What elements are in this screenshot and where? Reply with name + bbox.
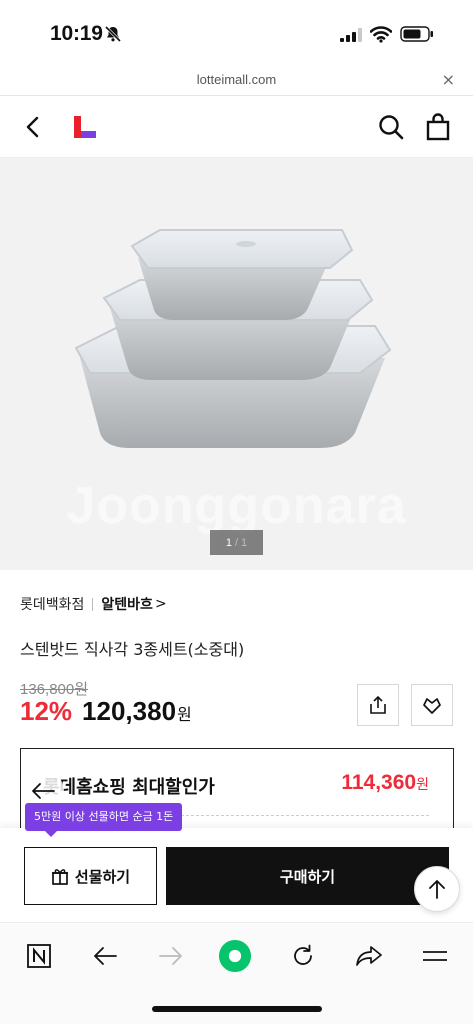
refresh-icon <box>294 944 312 965</box>
hamburger-menu-icon <box>423 951 447 961</box>
shopping-bag-icon[interactable] <box>426 113 450 141</box>
gift-promo-tooltip: 5만원 이상 선물하면 순금 1돈 <box>25 803 183 837</box>
seller-divider <box>92 597 94 611</box>
naver-n-icon <box>27 944 51 968</box>
best-price-unit: 원 <box>416 776 429 792</box>
share-icon <box>370 695 386 714</box>
arrow-left-icon <box>32 783 55 799</box>
browser-forward-button[interactable] <box>154 939 188 973</box>
share-button[interactable] <box>357 684 399 726</box>
naver-home-button[interactable] <box>22 939 56 973</box>
chevron-right-icon[interactable]: > <box>155 596 167 612</box>
wifi-icon <box>370 26 392 43</box>
gift-icon <box>51 869 68 885</box>
browser-url-bar[interactable]: lotteimall.com × <box>0 64 473 96</box>
product-name: 스텐밧드 직사각 3종세트(소중대) <box>20 640 245 659</box>
arrow-right-icon <box>159 947 182 965</box>
lotte-logo[interactable] <box>74 116 96 138</box>
refresh-button[interactable] <box>286 939 320 973</box>
arrow-left-icon <box>94 947 117 965</box>
watermark-text: Joonggonara <box>66 477 407 535</box>
status-time: 10:19 <box>50 22 103 45</box>
product-image-gallery[interactable]: Joonggonara 1 / 1 <box>0 158 473 570</box>
price-unit: 원 <box>177 705 192 724</box>
gift-button-label: 선물하기 <box>74 867 131 886</box>
status-bar: 10:19 <box>0 0 473 64</box>
seller-info: 롯데백화점 알텐바흐 > <box>20 594 167 614</box>
green-dot-button[interactable] <box>218 939 252 973</box>
sale-price-line: 12% 120,380 원 <box>20 696 192 727</box>
best-price-value: 114,360원 <box>341 771 429 795</box>
menu-button[interactable] <box>418 939 452 973</box>
home-indicator <box>152 1006 322 1012</box>
forward-share-icon <box>356 946 382 966</box>
discount-rate: 12% <box>20 696 73 726</box>
image-pager: 1 / 1 <box>210 530 263 555</box>
pager-total: 1 <box>241 536 248 549</box>
url-text[interactable]: lotteimall.com <box>0 72 473 87</box>
share-page-button[interactable] <box>352 939 386 973</box>
gift-button[interactable]: 선물하기 <box>24 847 157 905</box>
sale-price: 120,380 <box>82 696 177 726</box>
close-icon[interactable]: × <box>442 70 455 89</box>
browser-back-button[interactable] <box>88 939 122 973</box>
scroll-to-top-button[interactable] <box>414 866 460 912</box>
store-name[interactable]: 롯데백화점 <box>20 594 84 614</box>
pager-current: 1 <box>225 536 232 549</box>
cellular-signal-icon <box>340 28 362 42</box>
wishlist-button[interactable] <box>411 684 453 726</box>
buy-button[interactable]: 구매하기 <box>166 847 449 905</box>
search-icon[interactable] <box>378 114 404 140</box>
site-header <box>0 96 473 158</box>
best-price-label: 롯데홈쇼핑 최대할인가 <box>43 777 215 798</box>
back-arrow-icon[interactable] <box>22 115 44 139</box>
best-price-amount: 114,360 <box>341 771 417 794</box>
bell-muted-icon <box>104 25 122 43</box>
pager-separator: / <box>234 536 239 549</box>
brand-link[interactable]: 알텐바흐 <box>101 594 153 614</box>
green-dot-icon <box>218 939 252 973</box>
battery-icon <box>400 26 433 42</box>
product-image <box>74 229 392 448</box>
heart-icon <box>423 698 441 714</box>
arrow-up-icon <box>429 880 445 899</box>
